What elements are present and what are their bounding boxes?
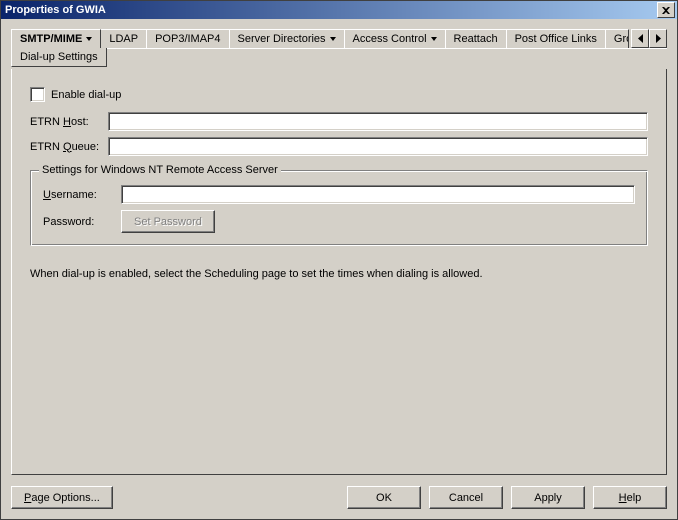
ras-fieldset: Settings for Windows NT Remote Access Se…: [30, 170, 648, 246]
username-row: Username:: [43, 185, 635, 204]
enable-dialup-row: Enable dial-up: [30, 87, 648, 102]
tab-label: SMTP/MIME: [20, 33, 82, 45]
ras-legend: Settings for Windows NT Remote Access Se…: [39, 164, 281, 176]
tab-server-directories[interactable]: Server Directories: [229, 29, 345, 48]
tab-scroll-right[interactable]: [649, 29, 667, 48]
tab-label: Server Directories: [238, 33, 326, 45]
tab-pop3-imap4[interactable]: POP3/IMAP4: [146, 29, 229, 48]
etrn-queue-label: ETRN Queue:: [30, 141, 108, 153]
username-input[interactable]: [121, 185, 635, 204]
enable-dialup-label: Enable dial-up: [51, 89, 121, 101]
close-button[interactable]: [657, 2, 675, 18]
etrn-host-input[interactable]: [108, 112, 648, 131]
chevron-left-icon: [638, 34, 643, 43]
window-title: Properties of GWIA: [3, 4, 657, 16]
username-label: Username:: [43, 189, 121, 201]
titlebar: Properties of GWIA: [1, 1, 677, 19]
page-options-button[interactable]: Page Options...: [11, 486, 113, 509]
tab-scroll-left[interactable]: [631, 29, 649, 48]
password-label: Password:: [43, 216, 121, 228]
tab-label: Access Control: [353, 33, 427, 45]
password-row: Password: Set Password: [43, 210, 635, 233]
tab-post-office-links[interactable]: Post Office Links: [506, 29, 606, 48]
tab-access-control[interactable]: Access Control: [344, 29, 446, 48]
tab-label: LDAP: [109, 33, 138, 45]
tab-scroll-nav: [631, 29, 667, 48]
window: Properties of GWIA SMTP/MIME LDAP POP3/I…: [0, 0, 678, 520]
tab-label: Reattach: [454, 33, 498, 45]
subtab-label: Dial-up Settings: [20, 51, 98, 63]
info-text: When dial-up is enabled, select the Sche…: [30, 268, 648, 280]
etrn-host-row: ETRN Host:: [30, 112, 648, 131]
apply-button[interactable]: Apply: [511, 486, 585, 509]
etrn-queue-input[interactable]: [108, 137, 648, 156]
cancel-button[interactable]: Cancel: [429, 486, 503, 509]
tab-reattach[interactable]: Reattach: [445, 29, 507, 48]
subtab-dialup-settings[interactable]: Dial-up Settings: [11, 48, 107, 67]
tab-label: GroupW: [614, 33, 629, 45]
tab-label: Post Office Links: [515, 33, 597, 45]
tab-strip: SMTP/MIME LDAP POP3/IMAP4 Server Directo…: [11, 29, 667, 49]
tab-groupwise-cut[interactable]: GroupW: [605, 29, 629, 48]
tab-panel: Enable dial-up ETRN Host: ETRN Queue: Se…: [11, 69, 667, 475]
enable-dialup-checkbox[interactable]: [30, 87, 45, 102]
chevron-down-icon: [330, 37, 336, 41]
chevron-down-icon: [431, 37, 437, 41]
tabs-area: SMTP/MIME LDAP POP3/IMAP4 Server Directo…: [1, 19, 677, 67]
set-password-button[interactable]: Set Password: [121, 210, 215, 233]
help-button[interactable]: Help: [593, 486, 667, 509]
ok-button[interactable]: OK: [347, 486, 421, 509]
close-icon: [662, 7, 670, 14]
tab-smtp-mime[interactable]: SMTP/MIME: [11, 29, 101, 49]
tab-label: POP3/IMAP4: [155, 33, 220, 45]
subtab-row: Dial-up Settings: [11, 48, 667, 67]
etrn-queue-row: ETRN Queue:: [30, 137, 648, 156]
chevron-down-icon: [86, 37, 92, 41]
etrn-host-label: ETRN Host:: [30, 116, 108, 128]
footer: Page Options... OK Cancel Apply Help: [11, 486, 667, 509]
chevron-right-icon: [656, 34, 661, 43]
tab-ldap[interactable]: LDAP: [100, 29, 147, 48]
